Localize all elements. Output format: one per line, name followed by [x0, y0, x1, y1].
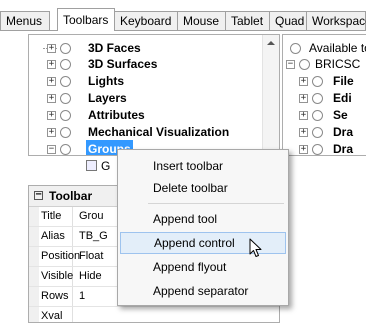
expand-icon[interactable]: +: [47, 44, 56, 53]
menu-item-delete-toolbar[interactable]: Delete toolbar: [120, 177, 286, 199]
scroll-up-icon[interactable]: [267, 41, 275, 45]
tree-item-label: File: [333, 74, 354, 88]
tree-item-label: Attributes: [88, 108, 145, 122]
property-name: Visible: [39, 267, 73, 286]
radio-icon: [60, 127, 71, 138]
radio-icon: [60, 76, 71, 87]
property-name: Title: [39, 207, 73, 226]
tree-item-label: Dra: [333, 125, 354, 139]
mouse-pointer-icon: [249, 238, 263, 261]
tree-item-label: BRICSC: [315, 57, 361, 71]
expand-icon[interactable]: +: [299, 128, 308, 137]
tree-item-label: Layers: [88, 91, 127, 105]
radio-icon: [60, 144, 71, 155]
menu-item-append-separator[interactable]: Append separator: [120, 280, 286, 302]
expand-icon[interactable]: +: [299, 77, 308, 86]
property-name: Rows: [39, 287, 73, 306]
property-row[interactable]: Xval: [29, 307, 279, 322]
property-name: Alias: [39, 227, 73, 246]
tree-item-label: Mechanical Visualization: [88, 125, 230, 139]
row-gutter: [29, 207, 39, 226]
tab-menus[interactable]: Menus: [0, 11, 50, 30]
tree-item-label: Lights: [88, 74, 124, 88]
expand-icon[interactable]: +: [47, 111, 56, 120]
property-value[interactable]: TB_G: [79, 227, 108, 246]
tree-item-label: Se: [333, 108, 348, 122]
tree-item-label: Edi: [333, 91, 352, 105]
tab-tablet[interactable]: Tablet: [225, 11, 270, 30]
collapse-icon[interactable]: −: [47, 145, 56, 154]
toolbar-icon: [86, 160, 97, 171]
tab-toolbars[interactable]: Toolbars: [57, 8, 115, 31]
row-gutter: [29, 267, 39, 286]
radio-icon: [60, 43, 71, 54]
expand-icon[interactable]: +: [47, 94, 56, 103]
radio-icon: [312, 93, 323, 104]
menu-item-append-tool[interactable]: Append tool: [120, 208, 286, 230]
expand-icon[interactable]: +: [47, 77, 56, 86]
tab-mouse[interactable]: Mouse: [177, 11, 226, 30]
toolbar-tree[interactable]: + 3D Faces + 3D Surfaces + Lights + Laye…: [28, 34, 280, 156]
row-gutter: [29, 287, 39, 306]
property-name: Position: [39, 247, 80, 266]
expand-icon[interactable]: +: [47, 128, 56, 137]
radio-icon: [312, 127, 323, 138]
row-gutter: [29, 227, 39, 246]
tab-quad[interactable]: Quad: [269, 11, 307, 30]
tree-item-label: 3D Surfaces: [88, 57, 158, 71]
tree-child-label: G: [101, 159, 111, 173]
property-value[interactable]: Float: [79, 247, 103, 266]
property-value[interactable]: Grou: [79, 207, 103, 226]
menu-separator: [148, 203, 284, 204]
vertical-scrollbar[interactable]: [262, 35, 279, 155]
radio-icon: [60, 59, 71, 70]
context-menu: Insert toolbar Delete toolbar Append too…: [117, 149, 289, 306]
expand-icon[interactable]: +: [299, 94, 308, 103]
tab-workspace[interactable]: Workspace: [306, 11, 366, 30]
collapse-icon[interactable]: −: [34, 190, 43, 200]
available-tree[interactable]: Available to − BRICSC + File + Edi + Se …: [282, 34, 366, 156]
radio-icon: [290, 43, 301, 54]
expand-icon[interactable]: +: [47, 60, 56, 69]
row-gutter: [29, 307, 39, 322]
tab-keyboard[interactable]: Keyboard: [114, 11, 178, 30]
expand-icon[interactable]: +: [299, 111, 308, 120]
tab-divider: [0, 30, 366, 31]
property-name: Xval: [39, 307, 73, 322]
radio-icon: [312, 110, 323, 121]
property-value[interactable]: 1: [79, 287, 85, 306]
properties-title: Toolbar: [49, 189, 93, 203]
radio-icon: [312, 144, 323, 155]
radio-icon: [60, 93, 71, 104]
radio-icon: [60, 110, 71, 121]
radio-icon: [312, 76, 323, 87]
expand-icon[interactable]: +: [299, 145, 308, 154]
property-value[interactable]: Hide: [79, 267, 102, 286]
row-gutter: [29, 247, 39, 266]
menu-item-insert-toolbar[interactable]: Insert toolbar: [120, 155, 286, 177]
radio-icon: [299, 59, 310, 70]
tree-item-label: Dra: [333, 142, 354, 156]
tab-bar: Menus Toolbars Keyboard Mouse Tablet Qua…: [0, 8, 366, 31]
collapse-icon[interactable]: −: [286, 60, 295, 69]
